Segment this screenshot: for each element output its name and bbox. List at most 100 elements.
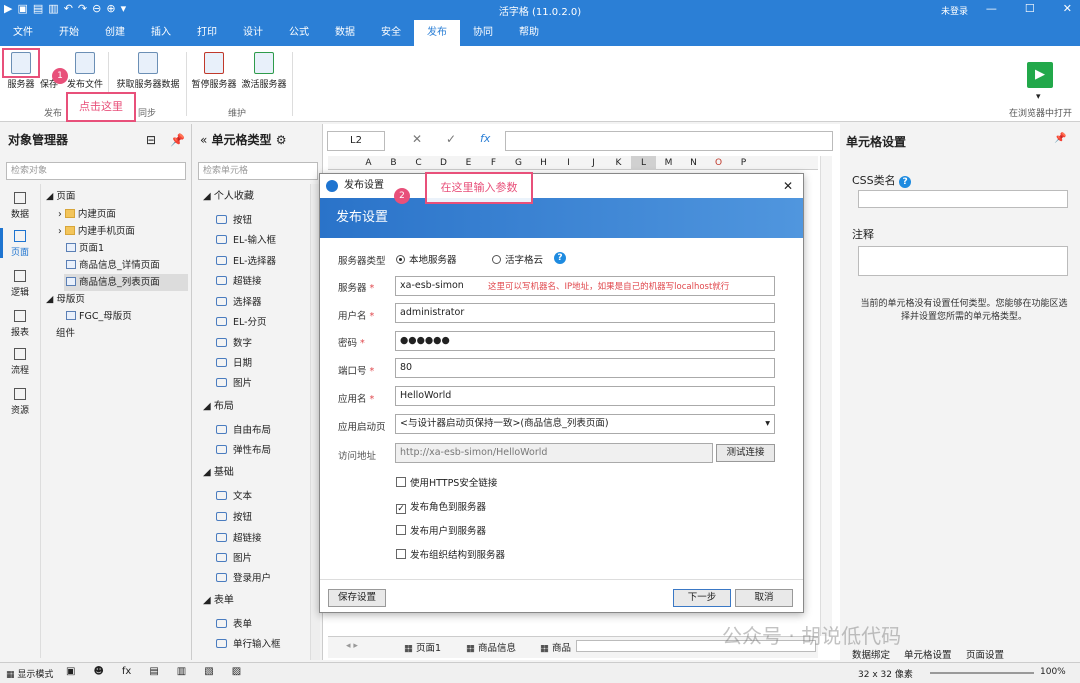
tree-node-fgc-master[interactable]: FGC_母版页 <box>66 308 132 325</box>
menu-formula[interactable]: 公式 <box>276 20 322 46</box>
cell-item-basic-image[interactable]: 图片 <box>216 550 252 568</box>
checkbox-https[interactable]: 使用HTTPS安全链接 <box>396 475 497 489</box>
column-header[interactable]: H <box>531 156 556 170</box>
menu-security[interactable]: 安全 <box>368 20 414 46</box>
column-header[interactable]: G <box>506 156 531 170</box>
user-icon[interactable]: ☻ <box>93 666 103 677</box>
close-icon[interactable]: ✕ <box>1063 2 1072 15</box>
view-logic[interactable]: 逻辑 <box>0 270 40 298</box>
display-mode[interactable]: ▦ 显示模式 <box>6 667 53 680</box>
cell-item-number[interactable]: 数字 <box>216 335 252 353</box>
cell-item-el-input[interactable]: EL-输入框 <box>216 232 276 250</box>
view-resource[interactable]: 资源 <box>0 388 40 416</box>
checkbox-org[interactable]: 发布组织结构到服务器 <box>396 547 505 561</box>
zoom-slider[interactable] <box>930 672 1034 674</box>
cell-item-date[interactable]: 日期 <box>216 355 252 373</box>
note-input[interactable] <box>858 246 1068 276</box>
column-header[interactable]: I <box>556 156 581 170</box>
function-icon[interactable]: fx <box>480 132 490 145</box>
column-header[interactable]: O <box>706 156 731 170</box>
column-header[interactable]: J <box>581 156 606 170</box>
minimize-icon[interactable]: — <box>986 2 997 15</box>
checkbox-roles[interactable]: ✓ 发布角色到服务器 <box>396 499 486 514</box>
cell-item-login-user[interactable]: 登录用户 <box>216 570 271 588</box>
sheet-icon[interactable]: ▣ <box>66 666 75 677</box>
column-header[interactable]: N <box>681 156 706 170</box>
tab-page-settings[interactable]: 页面设置 <box>966 647 1004 661</box>
radio-cloud[interactable]: 活字格云 <box>492 252 543 266</box>
category-favorites[interactable]: ◢ 个人收藏 <box>203 188 254 206</box>
menu-help[interactable]: 帮助 <box>506 20 552 46</box>
cancel-formula-icon[interactable]: ✕ <box>412 132 422 146</box>
collapse-icon[interactable]: ⊟ <box>146 124 156 156</box>
menu-design[interactable]: 设计 <box>230 20 276 46</box>
menu-create[interactable]: 创建 <box>92 20 138 46</box>
sheet-tab-page1[interactable]: ▦ 页面1 <box>404 640 441 654</box>
close-icon[interactable]: ✕ <box>783 174 793 198</box>
cell-item-basic-button[interactable]: 按钮 <box>216 509 252 527</box>
category-layout[interactable]: ◢ 布局 <box>203 398 234 416</box>
port-input[interactable]: 80 <box>395 358 775 378</box>
collapse-left-icon[interactable]: « <box>200 133 207 147</box>
column-header[interactable]: B <box>381 156 406 170</box>
view-data[interactable]: 数据 <box>0 192 40 220</box>
cell-item-free-layout[interactable]: 自由布局 <box>216 422 271 440</box>
layers-icon[interactable]: ▥ <box>177 666 186 677</box>
column-header[interactable]: E <box>456 156 481 170</box>
cell-item-picker[interactable]: 选择器 <box>216 294 262 312</box>
column-header[interactable]: A <box>356 156 381 170</box>
cell-search-input[interactable]: 检索单元格 <box>198 162 318 180</box>
category-basic[interactable]: ◢ 基础 <box>203 464 234 482</box>
sheet-tab-product[interactable]: ▦ 商品信息 <box>466 640 516 654</box>
publish-file-button[interactable]: 发布文件 <box>64 52 106 90</box>
sheet-vertical-scrollbar[interactable] <box>820 156 832 636</box>
tree-node-detail[interactable]: 商品信息_详情页面 <box>66 257 160 274</box>
menu-data[interactable]: 数据 <box>322 20 368 46</box>
open-in-browser-label[interactable]: 在浏览器中打开 <box>1009 106 1072 119</box>
save-settings-button[interactable]: 保存设置 <box>328 589 386 607</box>
app-name-input[interactable]: HelloWorld <box>395 386 775 406</box>
column-header[interactable]: K <box>606 156 631 170</box>
tab-prev-icon[interactable]: ◂ ▸ <box>346 641 358 651</box>
tree-node-component[interactable]: 组件 <box>56 325 75 342</box>
test-connection-button[interactable]: 测试连接 <box>716 444 775 462</box>
cell-item-el-pagination[interactable]: EL-分页 <box>216 314 267 332</box>
view-page[interactable]: 页面 <box>0 230 40 258</box>
tab-cell-settings[interactable]: 单元格设置 <box>904 647 952 661</box>
menu-collab[interactable]: 协同 <box>460 20 506 46</box>
checkbox-users[interactable]: 发布用户到服务器 <box>396 523 486 537</box>
cell-item-basic-link[interactable]: 超链接 <box>216 530 262 548</box>
chevron-down-icon[interactable]: ▾ <box>1036 92 1041 102</box>
table-icon[interactable]: ▤ <box>149 666 158 677</box>
cancel-button[interactable]: 取消 <box>735 589 793 607</box>
cell-item-button[interactable]: 按钮 <box>216 212 252 230</box>
category-form[interactable]: ◢ 表单 <box>203 592 234 610</box>
menu-insert[interactable]: 插入 <box>138 20 184 46</box>
column-header[interactable]: C <box>406 156 431 170</box>
cell-item-image[interactable]: 图片 <box>216 375 252 393</box>
tree-node-list[interactable]: 商品信息_列表页面 <box>64 274 188 291</box>
column-header[interactable]: D <box>431 156 456 170</box>
view-report[interactable]: 报表 <box>0 310 40 338</box>
menu-start[interactable]: 开始 <box>46 20 92 46</box>
cell-item-single-input[interactable]: 单行输入框 <box>216 636 281 654</box>
menu-file[interactable]: 文件 <box>0 20 46 46</box>
column-header[interactable]: P <box>731 156 756 170</box>
view-flow[interactable]: 流程 <box>0 348 40 376</box>
formula-input[interactable] <box>505 131 833 151</box>
function-icon[interactable]: fx <box>122 666 131 677</box>
lock-icon[interactable]: ▧ <box>204 666 213 677</box>
pause-server-button[interactable]: 暂停服务器 <box>190 52 238 90</box>
menu-publish[interactable]: 发布 <box>414 20 460 46</box>
menu-print[interactable]: 打印 <box>184 20 230 46</box>
column-header[interactable]: M <box>656 156 681 170</box>
get-server-data-button[interactable]: 获取服务器数据 <box>114 52 182 90</box>
help-icon[interactable]: ? <box>554 252 566 264</box>
activate-server-button[interactable]: 激活服务器 <box>240 52 288 90</box>
gear-icon[interactable]: ⚙ <box>276 133 287 147</box>
tree-node-pages[interactable]: ◢ 页面 <box>46 188 75 205</box>
start-page-select[interactable]: <与设计器启动页保持一致>(商品信息_列表页面) ▾ <box>395 414 775 434</box>
tree-node-builtin[interactable]: › 内建页面 <box>58 206 116 223</box>
password-input[interactable]: ●●●●●● <box>395 331 775 351</box>
help-icon[interactable]: ? <box>899 176 912 188</box>
